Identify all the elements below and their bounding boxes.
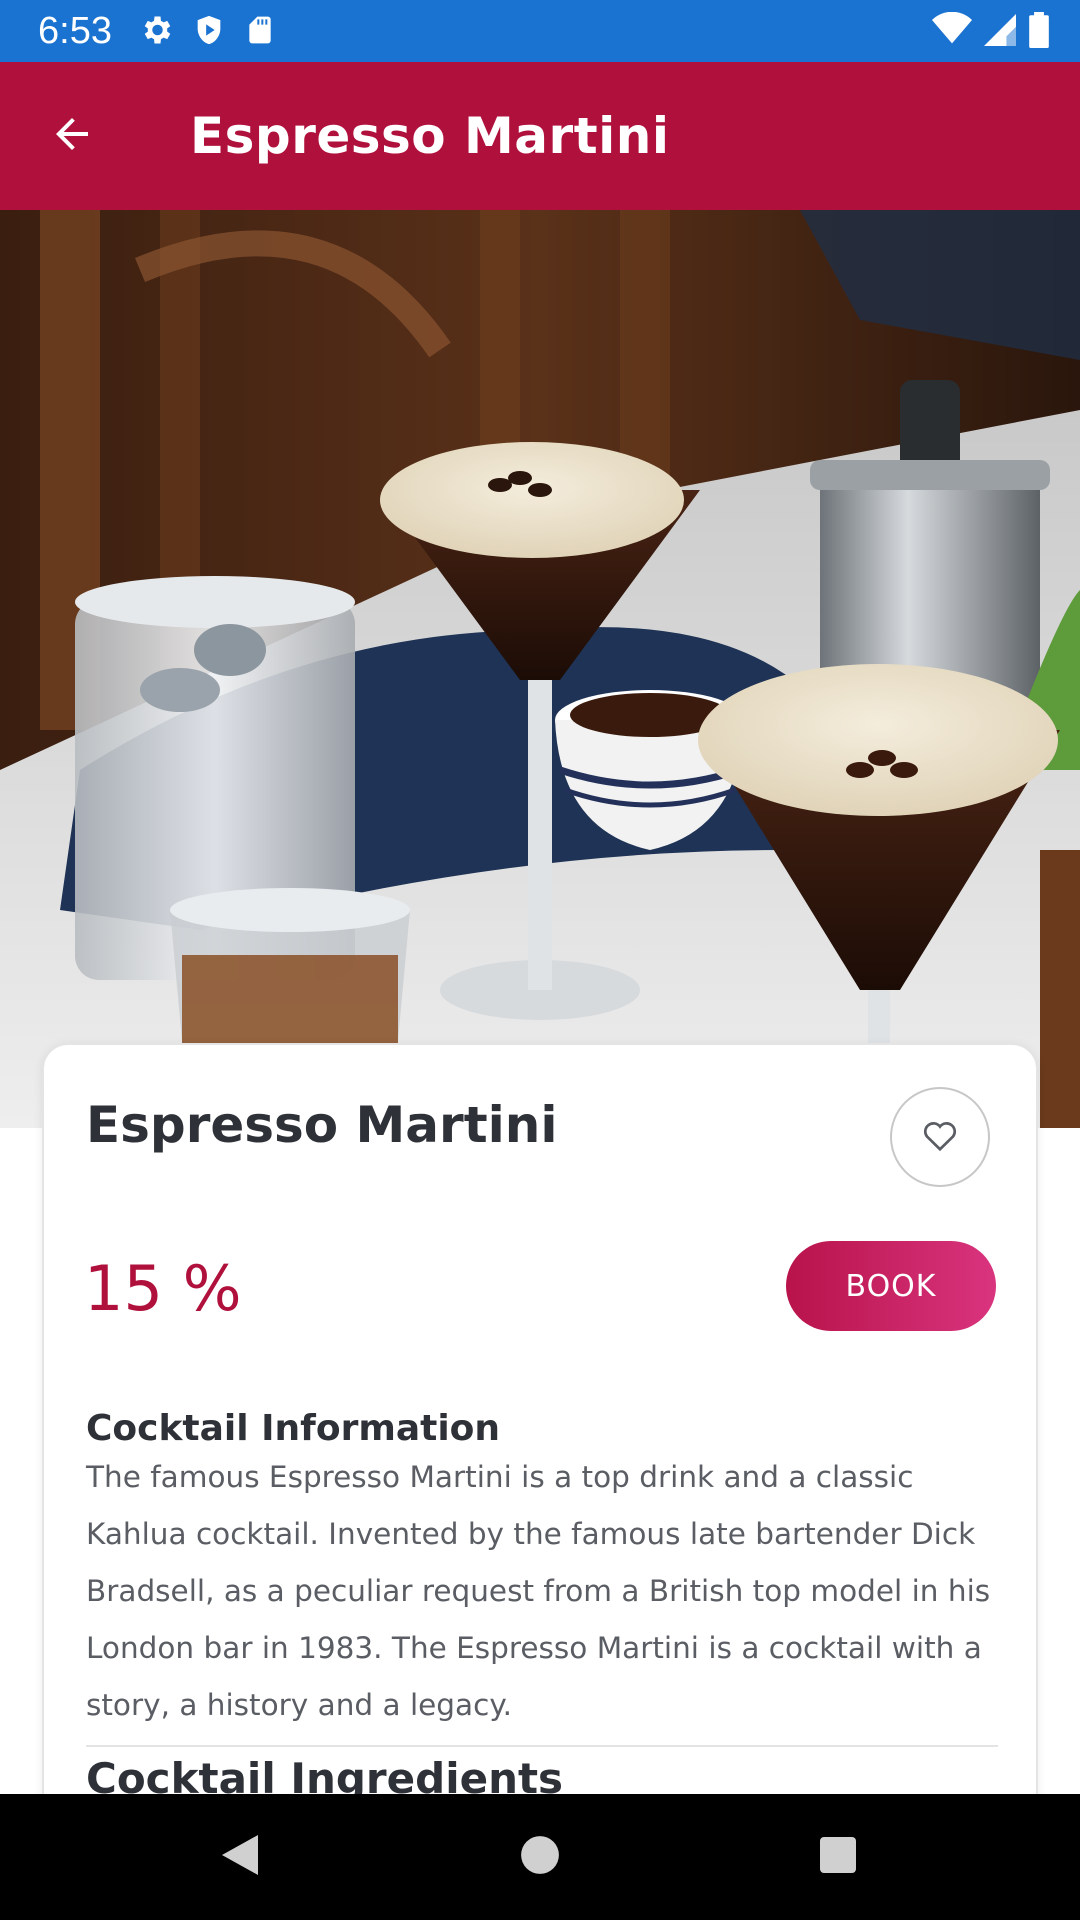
- info-heading: Cocktail Information: [86, 1408, 501, 1449]
- discount-value: 15 %: [84, 1252, 242, 1325]
- status-time: 6:53: [38, 10, 112, 52]
- status-icons-right: [932, 12, 1050, 48]
- battery-icon: [1028, 12, 1050, 48]
- signal-icon: [984, 12, 1016, 48]
- nav-home-icon: [519, 1834, 561, 1881]
- status-icons-left: [138, 12, 276, 48]
- nav-home-button[interactable]: [510, 1827, 570, 1887]
- gear-icon: [138, 12, 174, 48]
- espresso-martini-photo: [0, 210, 1080, 1128]
- cocktail-name: Espresso Martini: [86, 1096, 558, 1154]
- system-nav-bar: [0, 1794, 1080, 1920]
- heart-outline-icon: [922, 1118, 958, 1157]
- nav-recents-button[interactable]: [808, 1827, 868, 1887]
- hero-image[interactable]: [0, 210, 1080, 1128]
- sd-card-icon: [244, 12, 276, 48]
- shield-play-icon: [192, 12, 226, 48]
- screen: 6:53 Espresso Martini Espresso Martini 1…: [0, 0, 1080, 1920]
- nav-back-button[interactable]: [210, 1827, 270, 1887]
- divider: [86, 1745, 998, 1747]
- back-button[interactable]: [30, 106, 114, 166]
- detail-card: Espresso Martini 15 % BOOK Cocktail Info…: [42, 1043, 1038, 1920]
- favorite-button[interactable]: [890, 1087, 990, 1187]
- wifi-icon: [932, 12, 972, 48]
- info-text: The famous Espresso Martini is a top dri…: [86, 1460, 991, 1722]
- book-button[interactable]: BOOK: [786, 1241, 996, 1331]
- nav-back-icon: [218, 1831, 262, 1884]
- nav-recents-icon: [818, 1835, 858, 1880]
- app-bar: Espresso Martini: [0, 62, 1080, 210]
- app-bar-title: Espresso Martini: [190, 107, 670, 165]
- arrow-back-icon: [48, 110, 96, 163]
- status-bar: 6:53: [0, 0, 1080, 62]
